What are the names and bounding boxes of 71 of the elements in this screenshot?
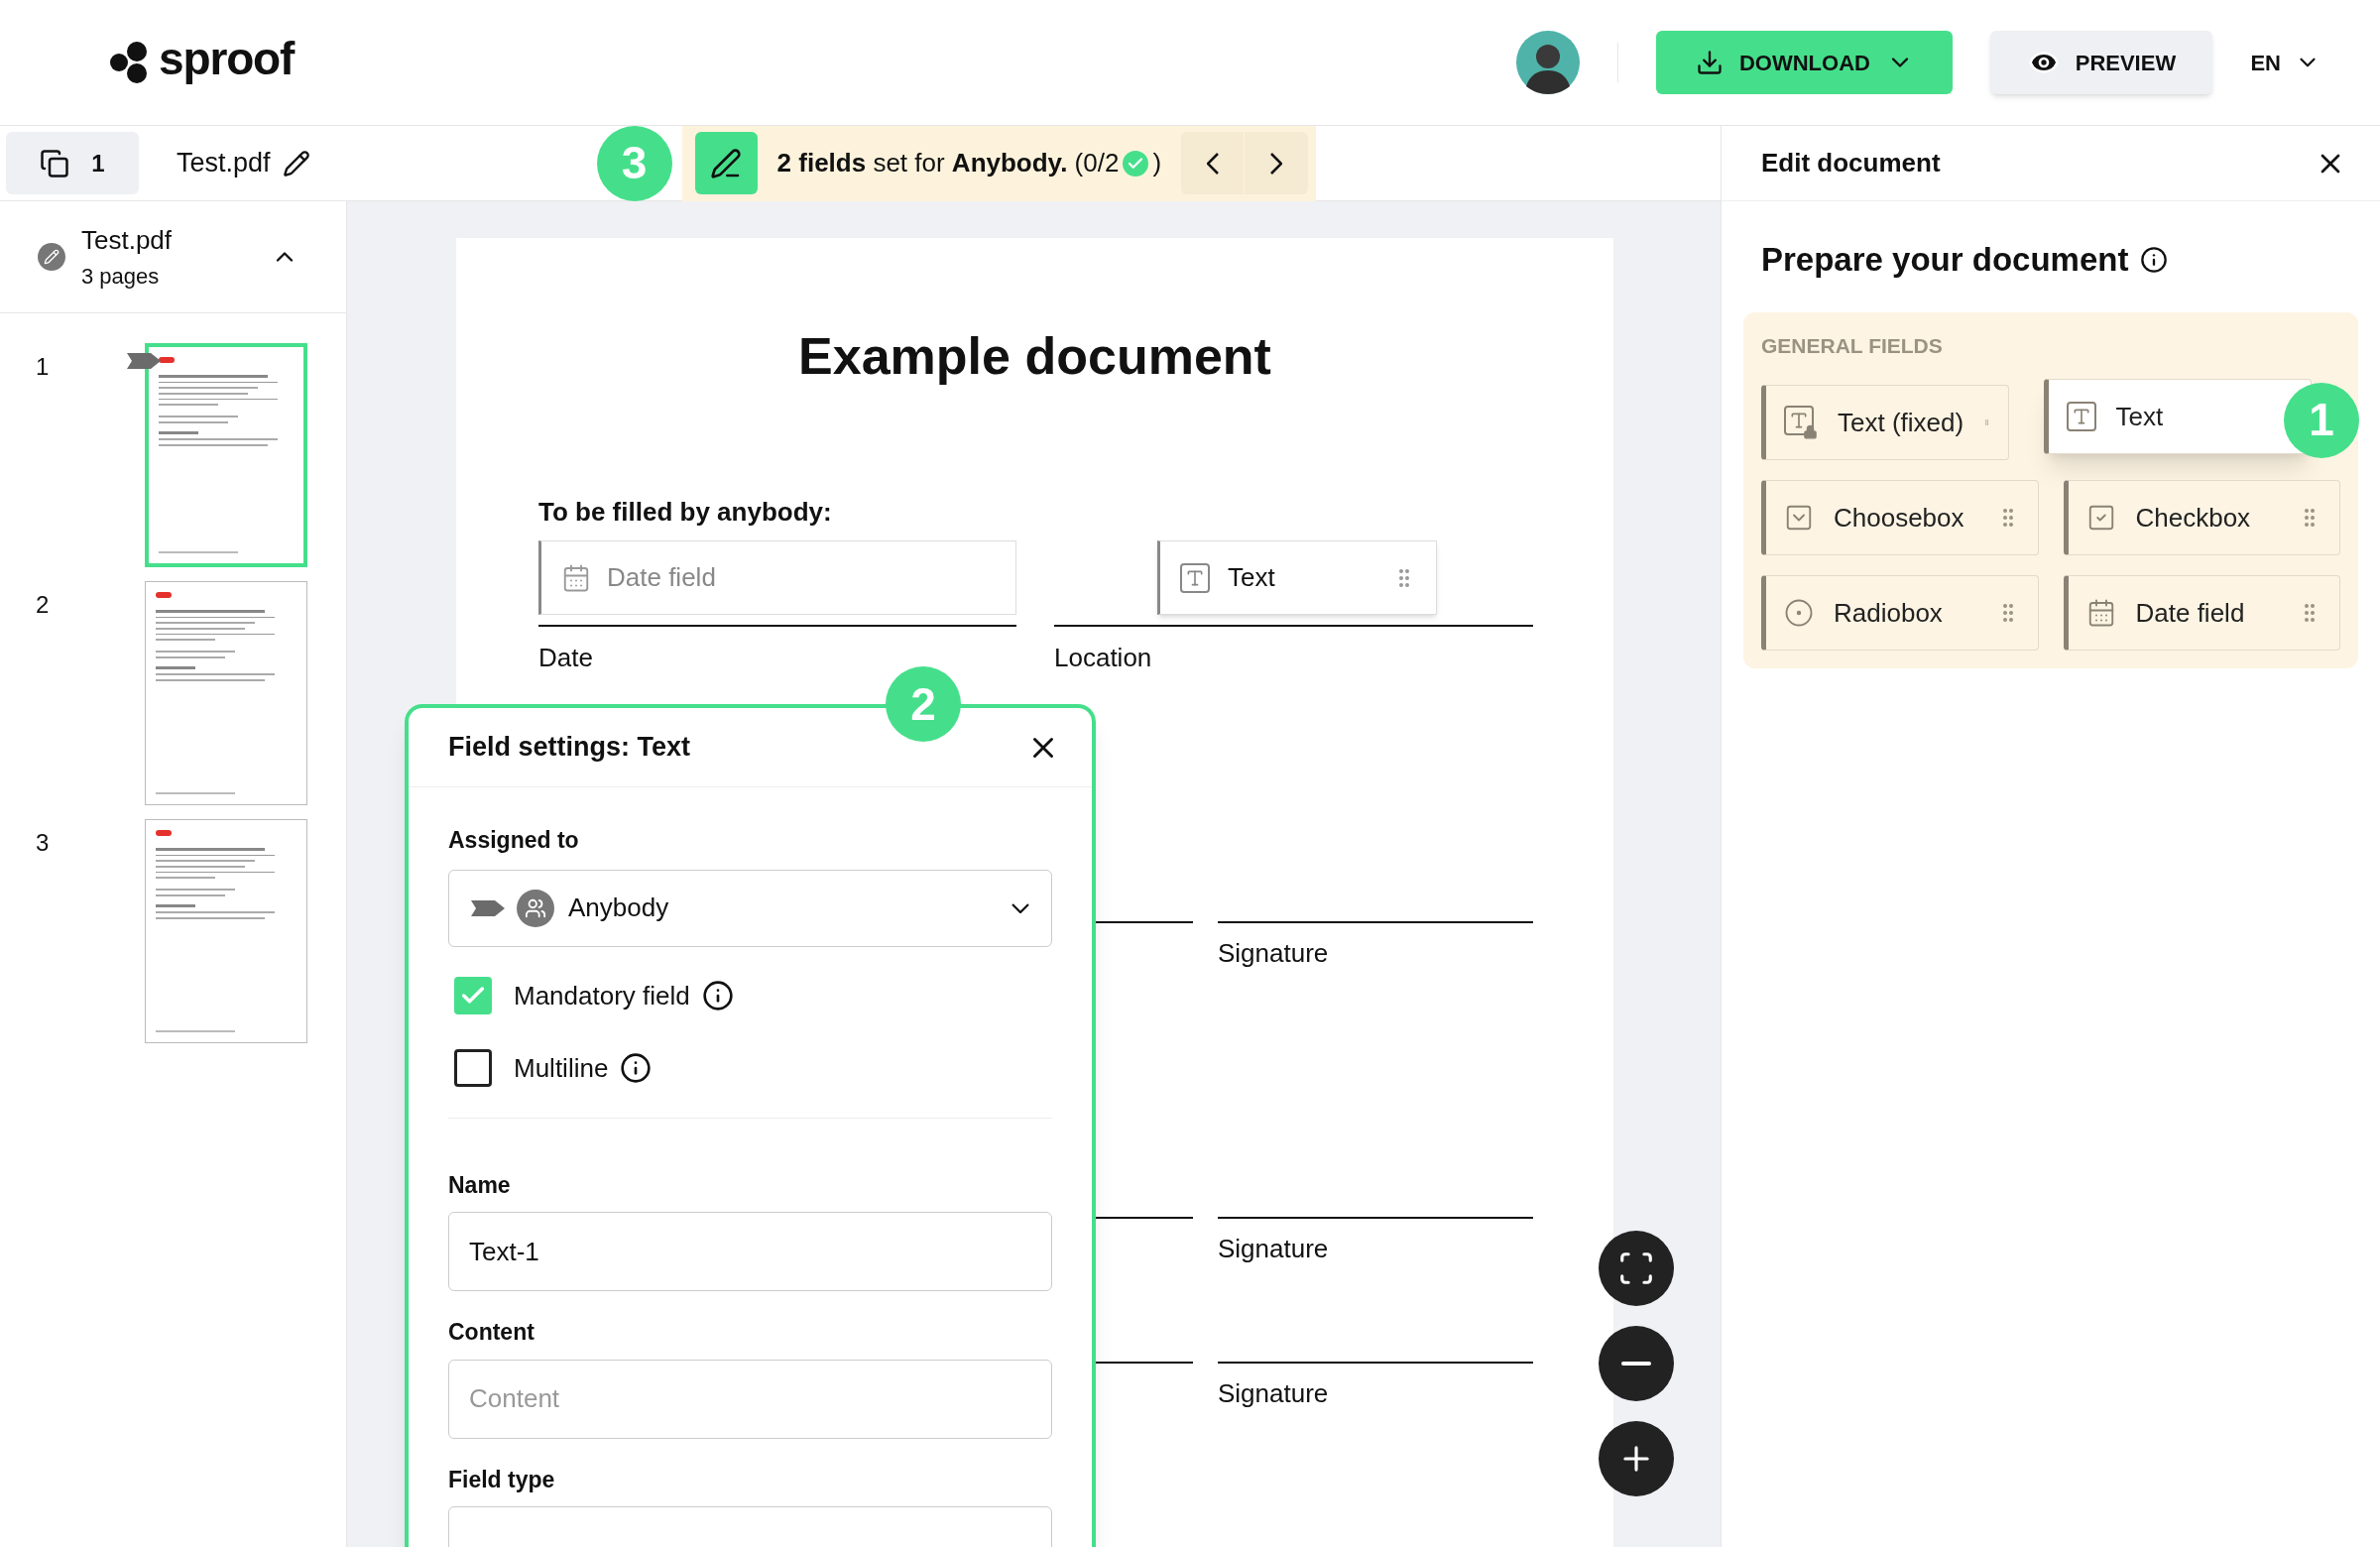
page-number: 3 bbox=[35, 828, 51, 858]
signature-icon bbox=[694, 132, 758, 194]
field-type-item[interactable]: Text (fixed) bbox=[1761, 385, 2009, 460]
fullscreen-icon bbox=[1617, 1250, 1655, 1287]
field-type-item[interactable]: Radiobox bbox=[1761, 575, 2039, 651]
group-icon bbox=[517, 889, 554, 927]
download-button[interactable]: DOWNLOAD bbox=[1656, 31, 1954, 94]
date-field[interactable]: Date field bbox=[538, 540, 1016, 615]
text-icon bbox=[2066, 402, 2096, 431]
page-total: 3 pages bbox=[81, 263, 161, 291]
field-type-item[interactable]: Text bbox=[2043, 379, 2312, 454]
file-name: Test.pdf bbox=[177, 147, 271, 180]
page-thumbnail[interactable] bbox=[145, 581, 307, 805]
content-input[interactable]: Content bbox=[448, 1359, 1052, 1439]
avatar[interactable] bbox=[1516, 31, 1581, 94]
info-icon[interactable] bbox=[701, 980, 734, 1012]
signature-caption: Signature bbox=[1218, 937, 1329, 970]
signature-caption: Signature bbox=[1218, 1233, 1329, 1265]
edit-icon bbox=[38, 243, 65, 271]
chevron-right-icon bbox=[1270, 152, 1283, 175]
field-label: Field type bbox=[448, 1465, 556, 1494]
notice-text: 2 fields set for Anybody. (0/2 bbox=[776, 147, 1120, 179]
field-label: Assigned to bbox=[448, 826, 580, 855]
check-icon bbox=[1123, 150, 1149, 177]
field-label: Name bbox=[448, 1170, 512, 1200]
page-number: 1 bbox=[35, 352, 51, 382]
field-type-item[interactable]: Checkbox bbox=[2063, 480, 2340, 555]
signature-caption: Signature bbox=[1218, 1377, 1329, 1410]
dialog-title: Field settings: Text bbox=[448, 731, 691, 765]
minus-icon bbox=[1621, 1362, 1651, 1366]
language-selector[interactable]: EN bbox=[2250, 46, 2320, 79]
text-icon bbox=[1180, 562, 1210, 593]
page-thumbnail[interactable] bbox=[145, 819, 307, 1043]
pages-icon bbox=[40, 148, 70, 178]
step-badge: 2 bbox=[886, 666, 961, 742]
section-label: To be filled by anybody: bbox=[538, 496, 832, 529]
chevron-left-icon bbox=[1206, 152, 1219, 175]
panel-title: Edit document bbox=[1761, 147, 1941, 179]
checkbox[interactable] bbox=[454, 1049, 492, 1087]
tag-marker-icon bbox=[471, 899, 505, 916]
chevron-down-icon bbox=[1012, 902, 1029, 913]
radio-icon bbox=[1784, 598, 1814, 628]
text-lock-icon bbox=[1784, 406, 1818, 439]
field-type-item[interactable]: Choosebox bbox=[1761, 480, 2039, 555]
page-number: 2 bbox=[35, 590, 51, 620]
calendar-icon bbox=[561, 562, 591, 593]
field-label: Content bbox=[448, 1318, 536, 1347]
text-field[interactable]: Text bbox=[1157, 540, 1437, 615]
document-name: Test.pdf bbox=[81, 224, 173, 257]
name-input[interactable]: Text-1 bbox=[448, 1212, 1052, 1291]
checkbox-label: Mandatory field bbox=[514, 979, 690, 1012]
dropdown-icon bbox=[1784, 503, 1814, 533]
page-thumbnail[interactable] bbox=[145, 343, 307, 567]
section-title: GENERAL FIELDS bbox=[1761, 332, 1944, 359]
field-type-item[interactable]: Date field bbox=[2063, 575, 2340, 651]
field-caption: Location bbox=[1054, 642, 1152, 674]
page-count-tab[interactable]: 1 bbox=[6, 132, 139, 194]
step-badge: 1 bbox=[2284, 382, 2359, 458]
download-icon bbox=[1695, 49, 1724, 76]
edit-icon[interactable] bbox=[282, 149, 310, 178]
info-icon[interactable] bbox=[620, 1052, 653, 1084]
preview-button[interactable]: PREVIEW bbox=[1990, 31, 2213, 94]
panel-heading: Prepare your document bbox=[1761, 240, 2129, 280]
assignee-select[interactable]: Anybody bbox=[448, 869, 1052, 947]
document-title: Example document bbox=[797, 326, 1272, 387]
field-caption: Date bbox=[538, 642, 593, 674]
step-badge: 3 bbox=[596, 125, 672, 201]
checkbox[interactable] bbox=[454, 977, 492, 1014]
notice-end: ) bbox=[1152, 147, 1162, 179]
checkbox-label: Multiline bbox=[514, 1051, 609, 1085]
info-icon[interactable] bbox=[2140, 245, 2169, 274]
